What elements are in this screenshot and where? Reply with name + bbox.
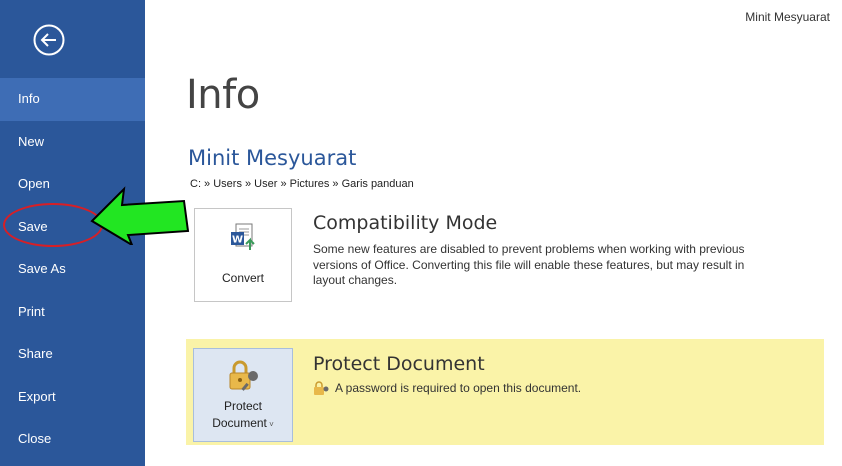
protect-label-text: Document [212, 416, 267, 430]
convert-label: Convert [221, 271, 265, 285]
protect-document-button[interactable]: Protect Document ˅ [193, 348, 293, 442]
nav-item-close[interactable]: Close [0, 418, 145, 461]
compatibility-description: Some new features are disabled to preven… [313, 242, 745, 289]
file-title: Minit Mesyuarat [188, 146, 357, 170]
protect-heading: Protect Document [313, 353, 485, 375]
compatibility-description-line: versions of Office. Converting this file… [313, 257, 745, 272]
small-padlock-icon [313, 381, 329, 395]
nav-item-share[interactable]: Share [0, 333, 145, 376]
protect-note: A password is required to open this docu… [313, 381, 581, 395]
protect-note-text: A password is required to open this docu… [335, 381, 582, 395]
chevron-down-icon: ˅ [266, 420, 274, 429]
word-convert-icon: W [228, 223, 260, 258]
svg-text:W: W [232, 235, 243, 246]
compatibility-description-line: Some new features are disabled to preven… [313, 242, 745, 256]
protect-label-line2: Document ˅ [194, 416, 292, 430]
backstage-nav: Info New Open Save Save As Print Share E… [0, 78, 145, 461]
file-path-breadcrumb: C: » Users » User » Pictures » Garis pan… [190, 178, 414, 190]
padlock-key-icon [226, 359, 262, 398]
window-document-name: Minit Mesyuarat [745, 10, 830, 24]
nav-item-print[interactable]: Print [0, 291, 145, 334]
nav-item-save-as[interactable]: Save As [0, 248, 145, 291]
compatibility-heading: Compatibility Mode [313, 212, 498, 234]
nav-item-export[interactable]: Export [0, 376, 145, 419]
back-arrow-icon[interactable] [33, 24, 65, 56]
protect-label-line1: Protect [223, 399, 262, 413]
compatibility-description-line: layout changes. [313, 273, 398, 287]
nav-item-info[interactable]: Info [0, 78, 145, 121]
green-arrow-icon [90, 186, 190, 245]
convert-button[interactable]: W Convert [194, 208, 292, 302]
page-title: Info [186, 72, 260, 118]
nav-item-new[interactable]: New [0, 121, 145, 164]
